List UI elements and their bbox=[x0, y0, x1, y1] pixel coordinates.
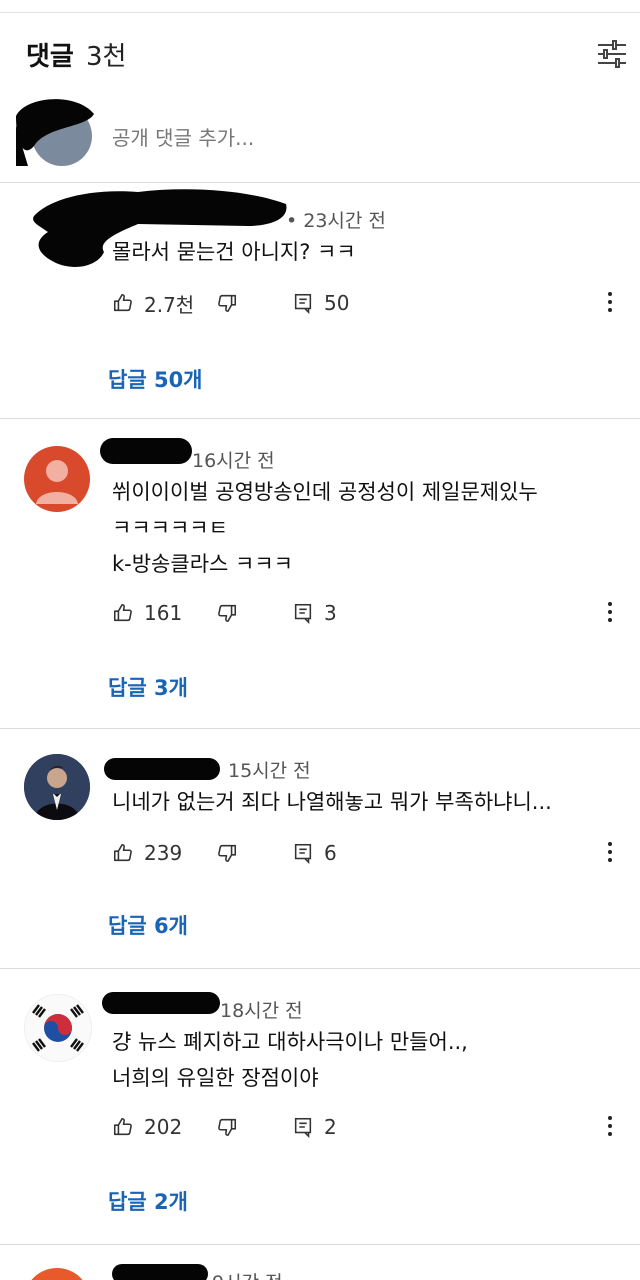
comment-item: 16시간 전 쒸이이이벌 공영방송인데 공정성이 제일문제있누 ㅋㅋㅋㅋㅋㅌ k… bbox=[0, 418, 640, 726]
comment-item: 15시간 전 니네가 없는거 죄다 나열해놓고 뭐가 부족하냐니... 239 … bbox=[0, 728, 640, 968]
view-replies-link[interactable]: 답글 2개 bbox=[108, 1186, 188, 1216]
more-vertical-icon[interactable] bbox=[602, 838, 618, 868]
reply-button[interactable]: 2 bbox=[292, 1110, 337, 1144]
thumbs-down-icon bbox=[216, 602, 238, 624]
like-button[interactable]: 161 bbox=[112, 596, 182, 630]
comment-item: 18시간 전 걍 뉴스 폐지하고 대하사극이나 만들어.., 너희의 유일한 장… bbox=[0, 968, 640, 1244]
like-count: 161 bbox=[144, 601, 183, 625]
comments-title: 댓글 bbox=[26, 42, 74, 72]
reply-button[interactable]: 50 bbox=[292, 286, 349, 320]
tuxedo-photo-avatar bbox=[24, 754, 90, 820]
comment-time: 9시간 전 bbox=[212, 1268, 283, 1280]
like-button[interactable]: 2.7천 bbox=[112, 286, 194, 320]
user-avatar-redacted bbox=[16, 99, 94, 166]
dislike-button[interactable] bbox=[216, 596, 248, 630]
reply-count: 3 bbox=[324, 601, 337, 625]
redacted-username bbox=[104, 758, 220, 780]
like-count: 202 bbox=[144, 1115, 183, 1139]
redacted-username bbox=[102, 992, 220, 1014]
comment-text: 쒸이이이벌 공영방송인데 공정성이 제일문제있누 bbox=[112, 480, 538, 504]
thumbs-up-icon bbox=[112, 842, 134, 864]
reply-button[interactable]: 6 bbox=[292, 836, 337, 870]
thumbs-down-icon bbox=[216, 842, 238, 864]
thumbs-down-icon bbox=[216, 1116, 238, 1138]
thumbs-up-icon bbox=[112, 292, 134, 314]
orange-avatar bbox=[24, 1268, 90, 1280]
thumbs-up-icon bbox=[112, 602, 134, 624]
reply-button[interactable]: 3 bbox=[292, 596, 337, 630]
like-button[interactable]: 202 bbox=[112, 1110, 182, 1144]
more-vertical-icon[interactable] bbox=[602, 598, 618, 628]
like-count: 239 bbox=[144, 841, 183, 865]
comments-count: 3천 bbox=[86, 42, 127, 72]
comment-text: ㅋㅋㅋㅋㅋㅌ bbox=[112, 516, 228, 540]
view-replies-link[interactable]: 답글 50개 bbox=[108, 364, 203, 394]
dislike-button[interactable] bbox=[216, 836, 248, 870]
comment-time: 18시간 전 bbox=[220, 1000, 303, 1022]
thumbs-down-icon bbox=[216, 292, 238, 314]
comment-actions: 161 3 bbox=[112, 596, 632, 630]
comment-time: 15시간 전 bbox=[228, 760, 311, 782]
comment-actions: 2.7천 50 bbox=[112, 286, 632, 320]
reply-comment-icon bbox=[292, 602, 314, 624]
more-vertical-icon[interactable] bbox=[602, 288, 618, 318]
top-divider bbox=[0, 12, 640, 13]
reply-count: 6 bbox=[324, 841, 337, 865]
add-comment-input[interactable]: 공개 댓글 추가... bbox=[112, 122, 254, 151]
sort-filter-icon[interactable] bbox=[596, 38, 628, 70]
like-count: 2.7천 bbox=[144, 292, 195, 317]
add-comment-row[interactable]: 공개 댓글 추가... bbox=[0, 96, 640, 176]
comment-text: k-방송클라스 ㅋㅋㅋ bbox=[112, 552, 293, 576]
reply-comment-icon bbox=[292, 1116, 314, 1138]
comment-text: 너희의 유일한 장점이야 bbox=[112, 1066, 319, 1090]
reply-comment-icon bbox=[292, 292, 314, 314]
comment-actions: 202 2 bbox=[112, 1110, 632, 1144]
more-vertical-icon[interactable] bbox=[602, 1112, 618, 1142]
comments-header: 댓글 3천 bbox=[0, 30, 640, 80]
comment-text: 니네가 없는거 죄다 나열해놓고 뭐가 부족하냐니... bbox=[112, 790, 552, 814]
reply-comment-icon bbox=[292, 842, 314, 864]
reply-count: 2 bbox=[324, 1115, 337, 1139]
view-replies-link[interactable]: 답글 3개 bbox=[108, 672, 188, 702]
default-person-avatar bbox=[24, 446, 90, 512]
redacted-username bbox=[112, 1264, 208, 1280]
comment-item: • 23시간 전 몰라서 묻는건 아니지? ㅋㅋ 2.7천 50 답글 50개 bbox=[0, 182, 640, 418]
dislike-button[interactable] bbox=[216, 286, 248, 320]
dislike-button[interactable] bbox=[216, 1110, 248, 1144]
thumbs-up-icon bbox=[112, 1116, 134, 1138]
comment-time: 16시간 전 bbox=[192, 450, 275, 472]
view-replies-link[interactable]: 답글 6개 bbox=[108, 910, 188, 940]
comment-text: 몰라서 묻는건 아니지? ㅋㅋ bbox=[112, 240, 356, 264]
korea-flag-avatar bbox=[24, 994, 92, 1062]
comment-text: 걍 뉴스 폐지하고 대하사극이나 만들어.., bbox=[112, 1030, 468, 1054]
redacted-username bbox=[100, 438, 192, 464]
comment-time: • 23시간 전 bbox=[286, 210, 386, 232]
reply-count: 50 bbox=[324, 291, 350, 315]
like-button[interactable]: 239 bbox=[112, 836, 182, 870]
comment-item: 9시간 전 bbox=[0, 1244, 640, 1280]
comment-actions: 239 6 bbox=[112, 836, 632, 870]
